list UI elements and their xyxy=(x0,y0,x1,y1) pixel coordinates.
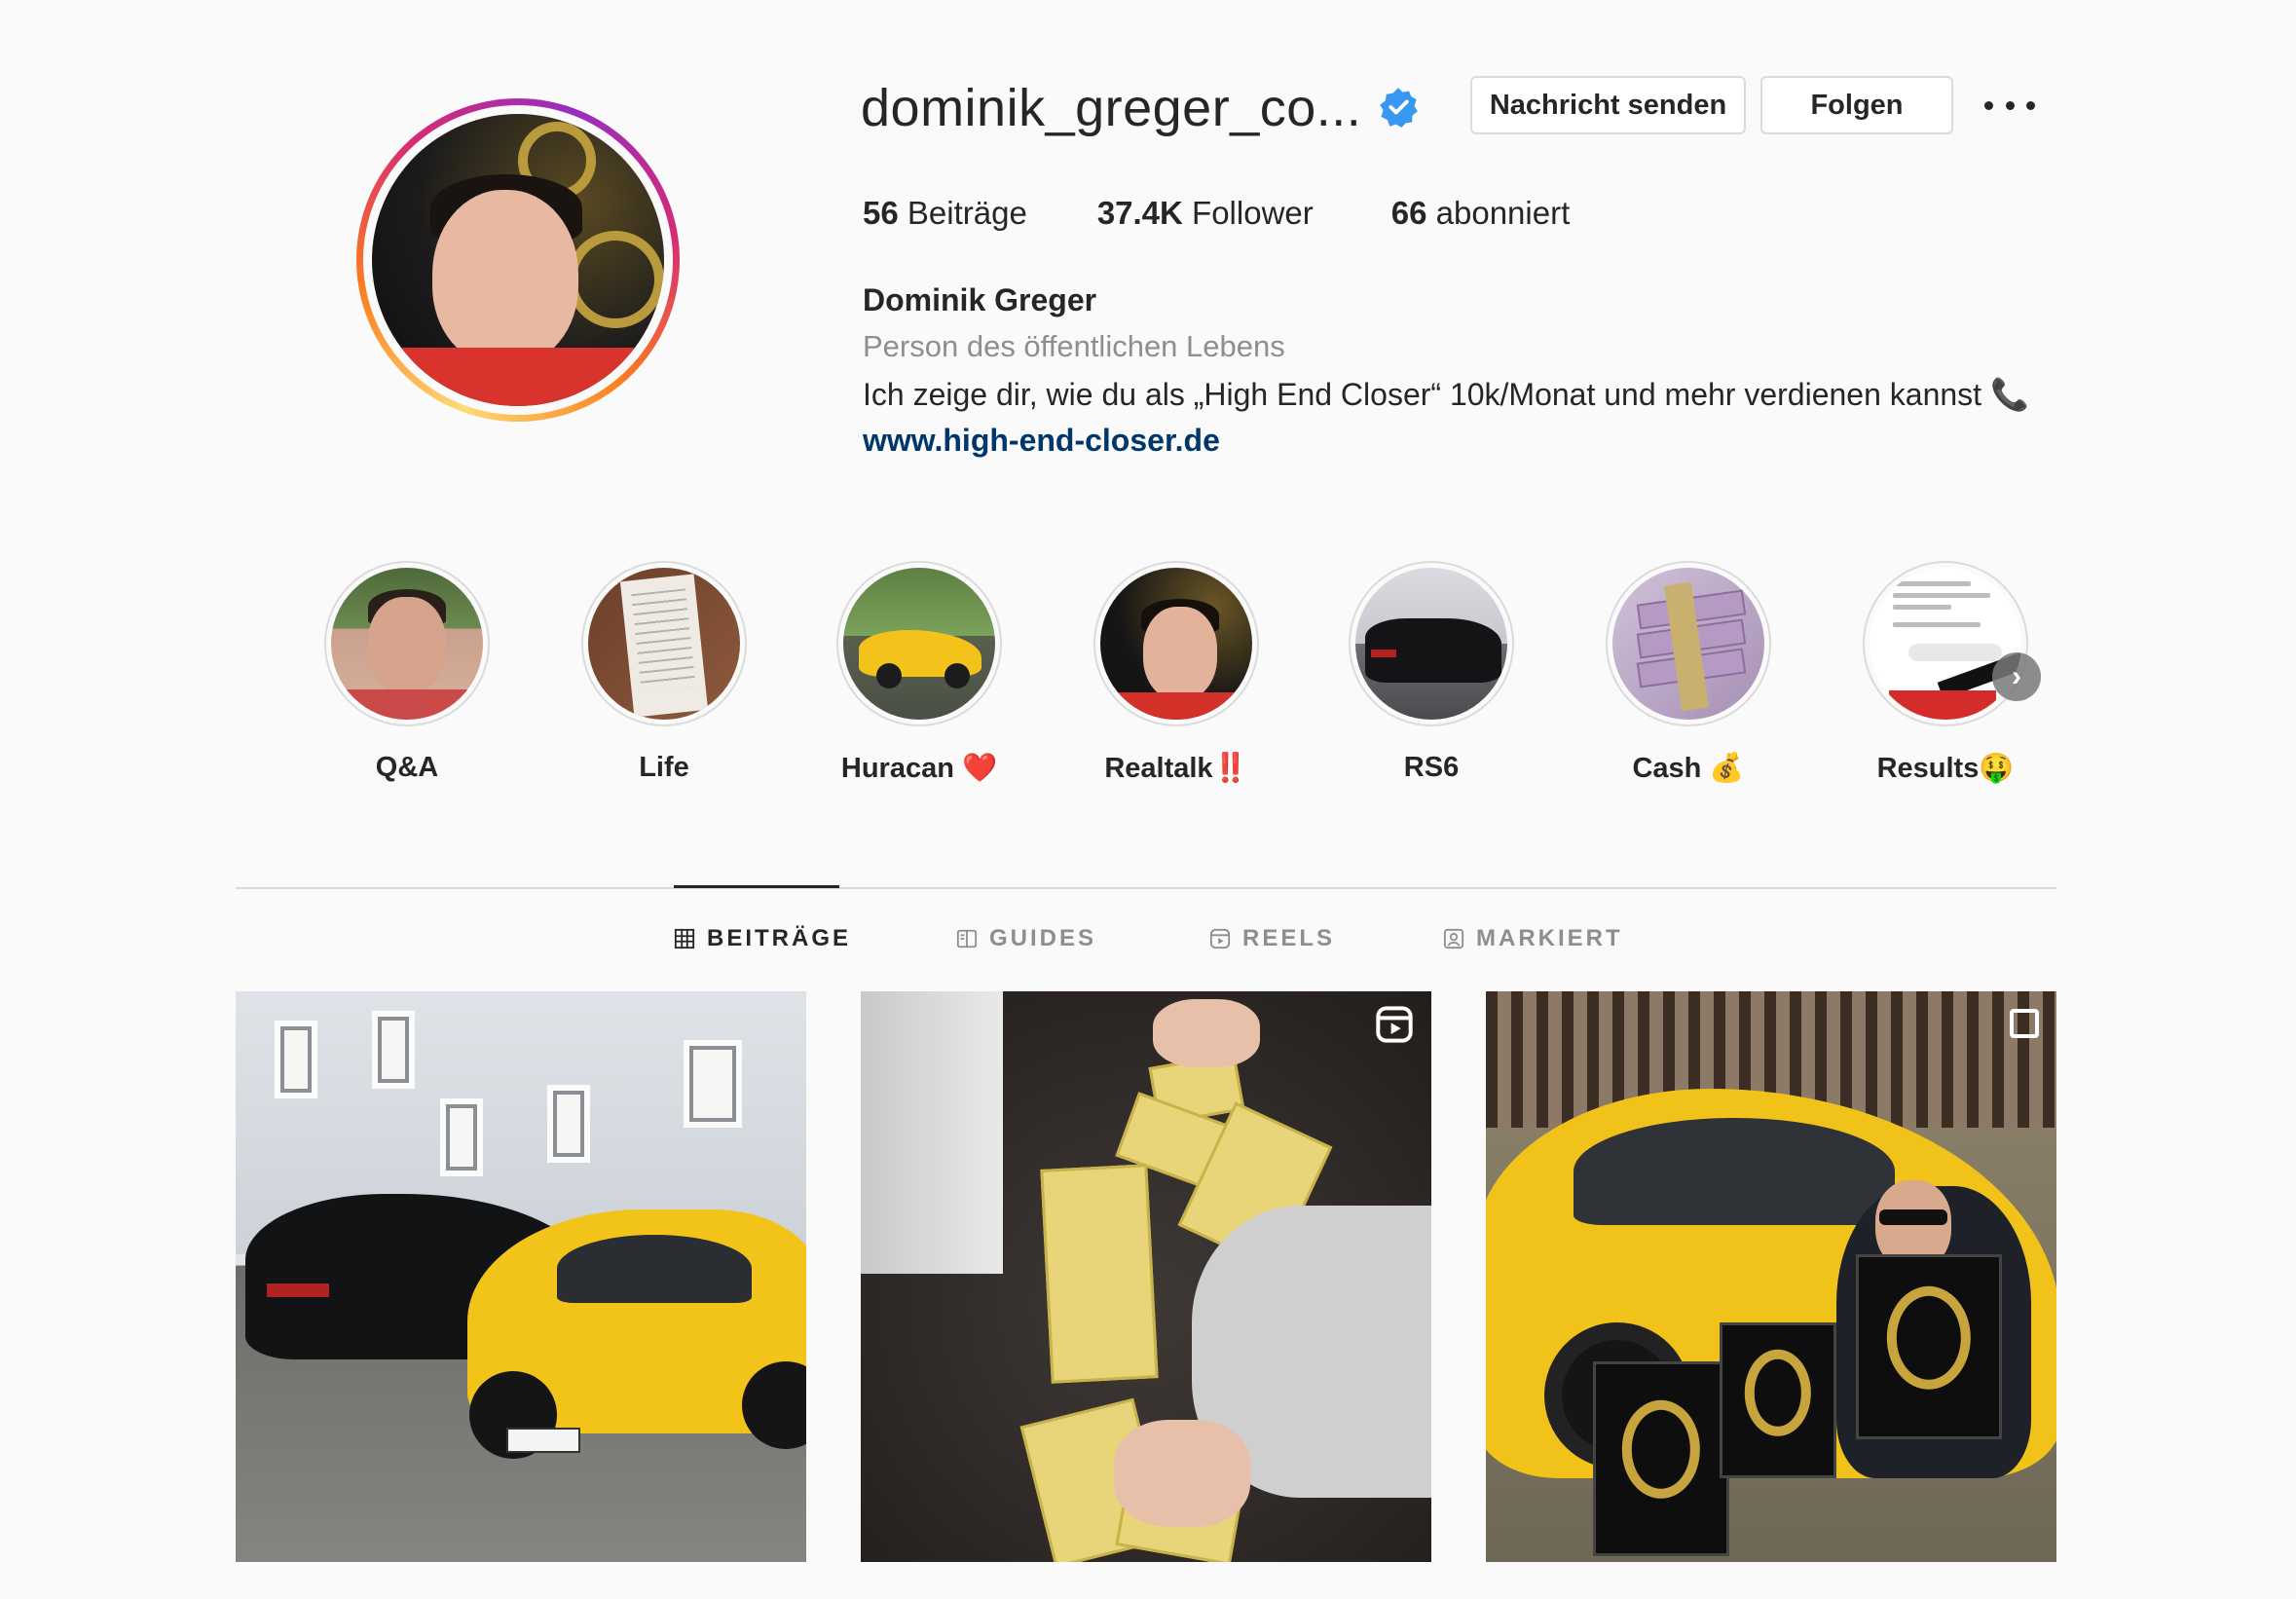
story-highlights: Q&A Life Huracan ❤️ Realtalk‼️ RS6 Cash … xyxy=(319,561,2033,795)
followers-count[interactable]: 37.4K Follower xyxy=(1097,195,1314,232)
tagged-icon xyxy=(1443,928,1464,949)
guides-icon xyxy=(956,929,978,948)
tab-label: BEITRÄGE xyxy=(707,925,852,951)
highlight-ring xyxy=(324,561,490,726)
more-options-icon[interactable] xyxy=(1984,92,2035,119)
avatar-photo xyxy=(372,114,664,406)
gold-disc-decoration xyxy=(567,231,664,328)
following-count[interactable]: 66 abonniert xyxy=(1391,195,1571,232)
reel-indicator-icon xyxy=(1376,1006,1413,1043)
tab-label: GUIDES xyxy=(989,925,1097,951)
bio-text: Ich zeige dir, wie du als „High End Clos… xyxy=(863,377,1982,412)
highlight-cover xyxy=(1355,568,1507,720)
posts-count-value: 56 xyxy=(863,195,899,231)
tab-label: REELS xyxy=(1242,925,1336,951)
profile-full-name: Dominik Greger xyxy=(863,282,1097,317)
avatar-gap xyxy=(363,105,673,415)
highlight-cover xyxy=(588,568,740,720)
highlight-cover xyxy=(1612,568,1764,720)
tab-reels[interactable]: REELS xyxy=(1209,925,1335,952)
active-tab-indicator xyxy=(674,885,839,888)
post-thumbnail[interactable] xyxy=(236,991,806,1562)
tab-tagged[interactable]: MARKIERT xyxy=(1443,925,1623,952)
highlight-label: Huracan ❤️ xyxy=(840,753,998,784)
posts-count: 56 Beiträge xyxy=(863,195,1027,232)
profile-avatar[interactable] xyxy=(356,98,680,422)
post-thumbnail[interactable] xyxy=(861,991,1431,1562)
avatar-face xyxy=(432,190,578,365)
following-count-value: 66 xyxy=(1390,195,1427,231)
tab-guides[interactable]: GUIDES xyxy=(956,925,1096,952)
phone-icon: 📞 xyxy=(1989,377,2029,412)
highlight-ring xyxy=(836,561,1002,726)
profile-category: Person des öffentlichen Lebens xyxy=(863,329,1285,363)
verified-badge-icon xyxy=(1380,88,1418,128)
profile-tabs: BEITRÄGE GUIDES REELS MARKIERT xyxy=(0,925,2296,964)
followers-count-value: 37.4K xyxy=(1096,195,1183,231)
highlight-cash[interactable]: Cash 💰 xyxy=(1601,561,1776,785)
carousel-indicator-icon xyxy=(2010,1009,2039,1038)
profile-username: dominik_greger_co... xyxy=(861,79,1362,137)
highlight-label: Q&A xyxy=(375,752,439,783)
tab-label: MARKIERT xyxy=(1476,925,1623,951)
grid-icon xyxy=(674,928,695,949)
highlight-ring xyxy=(1349,561,1514,726)
highlight-ring xyxy=(1606,561,1771,726)
highlight-ring xyxy=(1863,561,2028,726)
highlight-huracan[interactable]: Huracan ❤️ xyxy=(832,561,1007,785)
avatar-shirt xyxy=(372,348,664,406)
send-message-button[interactable]: Nachricht senden xyxy=(1470,76,1746,134)
follow-button[interactable]: Folgen xyxy=(1760,76,1953,134)
highlight-label: Results🤑 xyxy=(1876,753,2015,784)
highlight-label: Cash 💰 xyxy=(1632,753,1745,784)
highlight-ring xyxy=(581,561,747,726)
profile-stats: 56 Beiträge 37.4K Follower 66 abonniert xyxy=(863,195,1570,232)
highlight-life[interactable]: Life xyxy=(576,561,752,784)
highlight-cover xyxy=(331,568,483,720)
highlights-next-arrow-icon[interactable]: › xyxy=(1992,652,2041,701)
highlight-qa[interactable]: Q&A xyxy=(319,561,495,784)
highlight-ring xyxy=(1093,561,1259,726)
highlight-label: Life xyxy=(639,752,689,783)
posts-count-label: Beiträge xyxy=(907,195,1027,231)
tab-posts[interactable]: BEITRÄGE xyxy=(674,925,851,952)
highlight-cover xyxy=(1870,568,2021,720)
highlight-label: Realtalk‼️ xyxy=(1104,753,1248,784)
highlight-cover xyxy=(1100,568,1252,720)
highlight-rs6[interactable]: RS6 xyxy=(1344,561,1519,784)
following-count-label: abonniert xyxy=(1435,195,1571,231)
highlight-cover xyxy=(843,568,995,720)
highlight-label: RS6 xyxy=(1403,752,1460,783)
profile-website-link[interactable]: www.high-end-closer.de xyxy=(863,423,1220,459)
highlight-realtalk[interactable]: Realtalk‼️ xyxy=(1089,561,1264,785)
tabs-divider xyxy=(236,887,2056,889)
profile-bio: Ich zeige dir, wie du als „High End Clos… xyxy=(863,376,2029,413)
reels-icon xyxy=(1209,928,1231,949)
followers-count-label: Follower xyxy=(1192,195,1314,231)
post-thumbnail[interactable] xyxy=(1486,991,2056,1562)
